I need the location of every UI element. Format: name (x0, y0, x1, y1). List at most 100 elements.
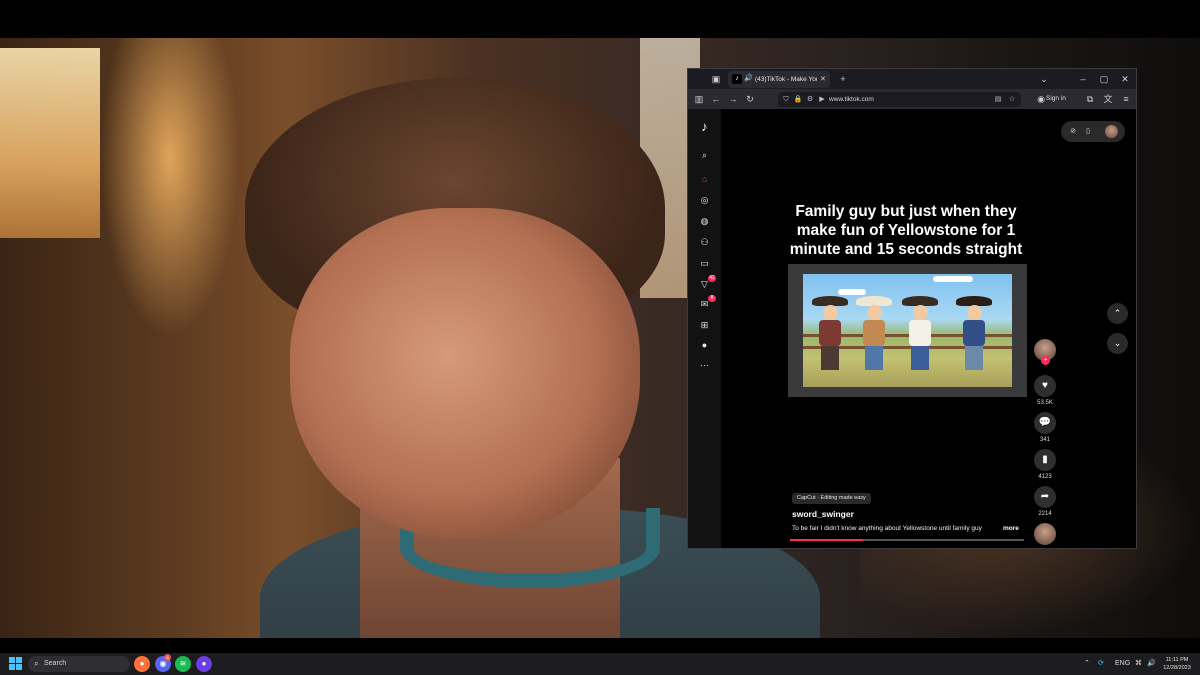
taskbar-search[interactable]: ⌕ Search (28, 656, 130, 672)
search-icon: ⌕ (34, 659, 39, 668)
reload-button[interactable]: ↻ (743, 92, 757, 106)
video-caption: Family guy but just when they make fun o… (789, 203, 1023, 258)
character-body (819, 320, 841, 346)
explore-icon[interactable]: ◎ (698, 194, 711, 207)
top-controls: ⊘ ▯ (1061, 121, 1125, 142)
tab-tiktok[interactable]: ♪ 🔊 (43)TikTok - Make Your Day ✕ (728, 71, 830, 88)
upload-icon[interactable]: ⊞ (698, 319, 711, 332)
firefox-icon[interactable]: ● (134, 656, 150, 672)
close-window-button[interactable]: ✕ (1118, 72, 1132, 86)
tray-overflow-icon[interactable]: ⌃ (1084, 658, 1090, 670)
tab-close-icon[interactable]: ✕ (820, 74, 828, 85)
translate-icon[interactable]: 文 (1101, 92, 1115, 106)
search-placeholder: Search (44, 660, 67, 667)
app-icon[interactable]: ● (196, 656, 212, 672)
action-rail: + ♥ 53.5K 💬 341 ▮ 4123 ➦ 2214 (1034, 339, 1058, 549)
coins-icon[interactable]: ⊘ (1067, 125, 1079, 138)
character-body (863, 320, 885, 346)
user-avatar[interactable] (1105, 125, 1118, 138)
maximize-button[interactable]: ▢ (1097, 72, 1111, 86)
tracking-shield-icon[interactable]: ⛉ (781, 94, 791, 105)
tab-bar: ▣ ♪ 🔊 (43)TikTok - Make Your Day ✕ + ⌄ –… (688, 69, 1136, 89)
lamp-glow (100, 38, 240, 338)
minimize-button[interactable]: – (1076, 72, 1090, 86)
search-icon[interactable]: ⌕ (698, 149, 711, 162)
creator-username[interactable]: sword_swinger (792, 509, 854, 520)
share-count: 2214 (1038, 511, 1052, 517)
cartoon-character (956, 296, 992, 372)
video-thumbnail (803, 274, 1012, 387)
following-avatar-icon[interactable]: ◍ (698, 215, 711, 228)
tiktok-page: ♪ ⌕ ⌂ ◎ ◍ ⚇ ▭ ▽ 42 ✉ 8 ⊞ ● ··· ⊘ ▯ Famil… (688, 109, 1136, 548)
character-body (963, 320, 985, 346)
follow-plus-icon[interactable]: + (1041, 356, 1050, 365)
sidebar-toggle-icon[interactable]: ▥ (692, 92, 706, 106)
cartoon-character (902, 296, 938, 372)
character-head (867, 305, 882, 320)
url-text[interactable]: www.tiktok.com (829, 94, 949, 105)
system-clock[interactable]: 11:11 PM 12/28/2023 (1160, 656, 1194, 672)
home-icon[interactable]: ⌂ (698, 173, 711, 186)
language-indicator[interactable]: ENG (1115, 658, 1130, 670)
windows-start-icon[interactable] (9, 657, 22, 670)
progress-fill (790, 539, 863, 541)
speaker-icon[interactable]: 🔊 (744, 73, 754, 85)
capcut-tag[interactable]: CapCut · Editing made easy (792, 493, 871, 504)
previous-video-button[interactable]: ⌃ (1107, 303, 1128, 324)
next-video-button[interactable]: ⌄ (1107, 333, 1128, 354)
character-body (909, 320, 931, 346)
cloud (838, 289, 866, 295)
clock-time: 11:11 PM (1165, 657, 1189, 663)
comment-icon[interactable]: 💬 (1034, 412, 1056, 434)
device-icon[interactable]: ▯ (1082, 125, 1094, 138)
tab-manager-icon[interactable]: ▣ (709, 72, 723, 86)
clock-date: 12/28/2023 (1163, 665, 1191, 671)
window-light (0, 48, 100, 238)
tab-title: (43)TikTok - Make Your Day (755, 76, 817, 83)
bookmark-star-icon[interactable]: ☆ (1007, 94, 1017, 105)
new-tab-button[interactable]: + (836, 72, 850, 86)
sign-in-button[interactable]: Sign in (1046, 92, 1081, 106)
reader-view-icon[interactable]: ▤ (993, 94, 1003, 105)
video-player[interactable] (788, 264, 1027, 397)
permissions-icon[interactable]: ⚙ (805, 94, 815, 105)
character-legs (965, 346, 983, 370)
live-icon[interactable]: ▭ (698, 257, 711, 270)
browser-window: ▣ ♪ 🔊 (43)TikTok - Make Your Day ✕ + ⌄ –… (687, 68, 1137, 549)
sound-disc-icon[interactable] (1034, 523, 1056, 545)
list-all-tabs-icon[interactable]: ⌄ (1037, 72, 1051, 86)
share-arrow-icon[interactable]: ➦ (1034, 486, 1056, 508)
address-bar[interactable]: ⛉ 🔒 ⚙ ▶ www.tiktok.com ▤ ☆ (778, 92, 1021, 107)
tiktok-favicon-icon: ♪ (732, 74, 742, 84)
lock-icon[interactable]: 🔒 (793, 94, 803, 105)
tiktok-logo-icon[interactable]: ♪ (697, 119, 712, 135)
back-button[interactable]: ← (709, 92, 723, 106)
spotify-icon[interactable]: ≋ (175, 656, 191, 672)
person-face (290, 208, 640, 538)
cloud (933, 276, 973, 282)
more-options-icon[interactable]: ··· (698, 359, 711, 372)
autoplay-icon[interactable]: ▶ (817, 94, 827, 105)
friends-icon[interactable]: ⚇ (698, 236, 711, 249)
profile-avatar-icon[interactable]: ● (698, 339, 711, 352)
bookmark-icon[interactable]: ▮ (1034, 449, 1056, 471)
activity-badge: 42 (708, 275, 716, 282)
character-legs (911, 346, 929, 370)
video-progress-bar[interactable] (790, 539, 1024, 541)
character-legs (821, 346, 839, 370)
network-icon[interactable]: ⌘ (1135, 658, 1142, 670)
tiktok-sidebar: ♪ ⌕ ⌂ ◎ ◍ ⚇ ▭ ▽ 42 ✉ 8 ⊞ ● ··· (688, 109, 721, 548)
like-heart-icon[interactable]: ♥ (1034, 375, 1056, 397)
cartoon-character (856, 296, 892, 372)
forward-button[interactable]: → (726, 92, 740, 106)
save-count: 4123 (1038, 474, 1052, 480)
discord-badge: 8 (164, 654, 171, 661)
desktop: ▣ ♪ 🔊 (43)TikTok - Make Your Day ✕ + ⌄ –… (0, 0, 1200, 675)
character-head (823, 305, 838, 320)
comment-count: 341 (1039, 437, 1050, 443)
volume-icon[interactable]: 🔊 (1147, 658, 1156, 670)
more-link[interactable]: more (1003, 524, 1019, 534)
sync-icon[interactable]: ⟳ (1098, 658, 1104, 670)
menu-icon[interactable]: ≡ (1119, 92, 1133, 106)
extensions-icon[interactable]: ⧉ (1083, 92, 1097, 106)
